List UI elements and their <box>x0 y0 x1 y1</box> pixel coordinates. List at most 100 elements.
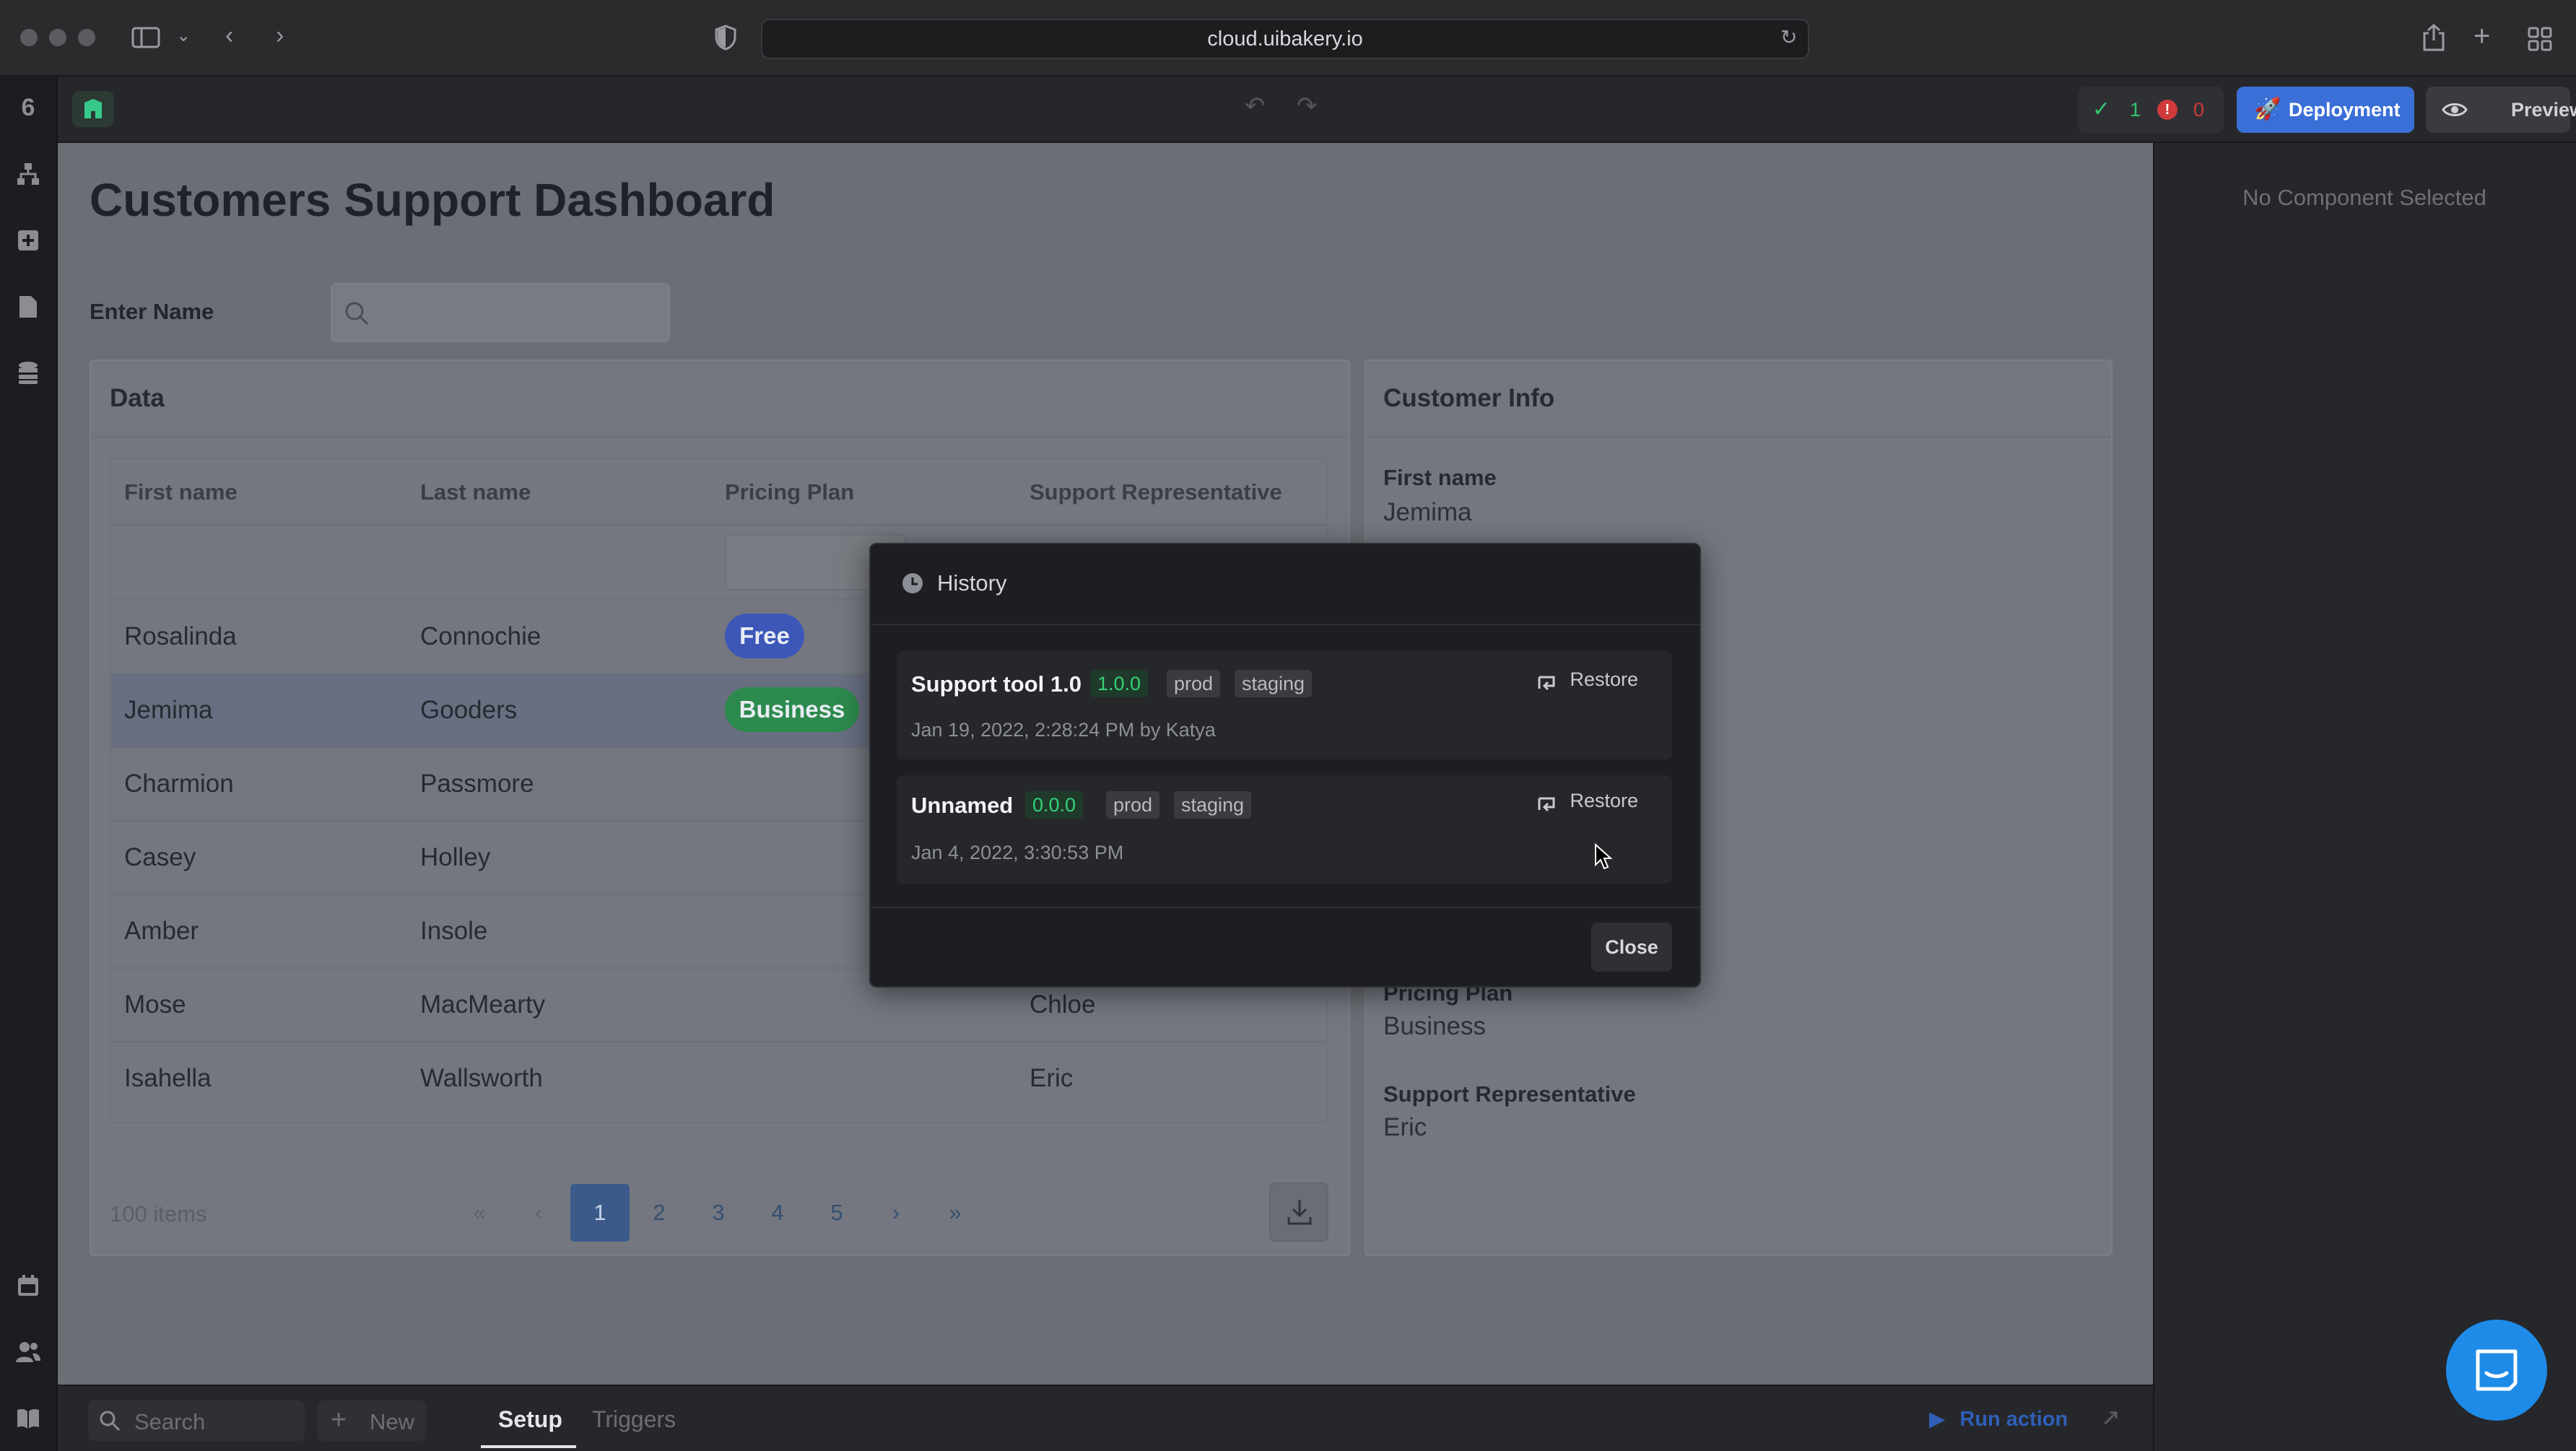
download-icon <box>1287 1198 1313 1229</box>
column-header-pricing-plan[interactable]: Pricing Plan <box>725 479 854 505</box>
page-button-5[interactable]: 5 <box>807 1184 866 1242</box>
restore-button[interactable]: Restore <box>1536 790 1638 822</box>
pages-icon[interactable] <box>10 289 46 325</box>
plan-badge-business: Business <box>725 687 859 732</box>
version-badge: 1.0.0 <box>1090 670 1149 697</box>
privacy-shield-icon[interactable] <box>715 25 736 55</box>
last-page-button[interactable]: » <box>926 1184 985 1242</box>
tab-setup[interactable]: Setup <box>498 1406 562 1433</box>
new-tab-icon[interactable]: + <box>2473 22 2490 51</box>
version-badge: 0.0.0 <box>1025 791 1084 819</box>
redo-icon[interactable]: ↷ <box>1297 94 1318 118</box>
cell-first-name: Rosalinda <box>124 622 237 650</box>
restore-label: Restore <box>1570 668 1638 690</box>
history-item-name: Support tool 1.0 <box>911 671 1082 697</box>
mouse-cursor-icon <box>1594 842 1613 874</box>
preview-label: Preview <box>2511 99 2576 121</box>
chat-widget-button[interactable] <box>2446 1320 2547 1421</box>
new-action-button[interactable]: + New <box>318 1400 426 1441</box>
deployment-label: Deployment <box>2289 99 2401 121</box>
add-component-icon[interactable] <box>10 222 46 258</box>
status-ok-count: 1 <box>2130 99 2141 121</box>
download-button[interactable] <box>1269 1182 1328 1242</box>
column-header-first-name[interactable]: First name <box>124 479 238 505</box>
card-divider <box>1366 436 2111 437</box>
cell-last-name: Wallsworth <box>420 1064 543 1092</box>
items-count: 100 items <box>110 1201 207 1226</box>
env-tag-staging: staging <box>1174 791 1252 819</box>
url-bar[interactable]: cloud.uibakery.io <box>761 19 1809 59</box>
chat-icon <box>2473 1347 2520 1397</box>
properties-panel <box>2153 143 2576 1451</box>
tab-overview-icon[interactable] <box>2527 26 2553 56</box>
cell-first-name: Isahella <box>124 1064 212 1092</box>
deployment-button[interactable]: 🚀 Deployment <box>2237 87 2414 133</box>
info-rep-label: Support Representative <box>1383 1081 1636 1107</box>
history-item-name: Unnamed <box>911 793 1014 818</box>
customer-info-title: Customer Info <box>1383 384 1555 412</box>
back-arrow-icon[interactable]: ‹ <box>225 23 233 48</box>
page-button-2[interactable]: 2 <box>630 1184 689 1242</box>
check-circle-icon: ✓ <box>2092 97 2111 121</box>
status-indicator[interactable]: ✓ 1 ! 0 <box>2078 87 2224 133</box>
cell-first-name: Casey <box>124 843 196 871</box>
page-title: Customers Support Dashboard <box>90 174 775 226</box>
left-rail <box>0 77 58 1451</box>
database-icon[interactable] <box>10 355 46 391</box>
env-tag-staging: staging <box>1235 670 1313 697</box>
sidebar-toggle-icon[interactable] <box>131 26 160 53</box>
window-minimize-button[interactable] <box>49 29 66 46</box>
home-logo-icon[interactable]: 6 <box>10 90 46 126</box>
close-button[interactable]: Close <box>1591 923 1672 972</box>
preview-button[interactable]: Preview <box>2426 87 2576 133</box>
modal-title: History <box>937 570 1007 596</box>
active-tab-indicator <box>481 1445 576 1448</box>
next-page-button[interactable]: › <box>866 1184 926 1242</box>
run-action-label: Run action <box>1959 1408 2068 1431</box>
forward-arrow-icon[interactable]: › <box>276 23 284 48</box>
first-page-button[interactable]: « <box>465 1184 494 1242</box>
window-close-button[interactable] <box>20 29 38 46</box>
undo-icon[interactable]: ↶ <box>1245 94 1266 118</box>
reload-icon[interactable]: ↻ <box>1780 27 1797 48</box>
name-search-input[interactable] <box>331 283 670 342</box>
search-icon <box>344 300 370 330</box>
run-action-button[interactable]: ▶ Run action <box>1929 1406 2068 1432</box>
window-zoom-button[interactable] <box>78 29 95 46</box>
clock-icon <box>901 572 924 598</box>
cell-first-name: Amber <box>124 917 199 945</box>
docs-book-icon[interactable] <box>10 1400 46 1437</box>
users-icon[interactable] <box>10 1334 46 1370</box>
env-tag-prod: prod <box>1106 791 1160 819</box>
cell-support-rep: Eric <box>1030 1064 1074 1092</box>
cell-first-name: Charmion <box>124 770 234 798</box>
history-item-date: Jan 4, 2022, 3:30:53 PM <box>911 842 1124 863</box>
actions-search-input[interactable]: Search <box>88 1400 305 1441</box>
cell-last-name: Passmore <box>420 770 534 798</box>
page-button-3[interactable]: 3 <box>689 1184 748 1242</box>
app-logo-icon[interactable] <box>72 91 114 127</box>
page-button-4[interactable]: 4 <box>748 1184 807 1242</box>
chevron-down-icon[interactable]: ⌄ <box>176 27 191 45</box>
expand-arrow-icon[interactable]: ↗ <box>2101 1403 2120 1431</box>
share-icon[interactable] <box>2421 23 2446 56</box>
cell-last-name: Holley <box>420 843 491 871</box>
restore-icon <box>1536 676 1562 690</box>
table-row[interactable] <box>111 1041 1327 1115</box>
status-error-count: 0 <box>2193 99 2205 121</box>
info-first-name-label: First name <box>1383 465 1497 490</box>
column-header-support-rep[interactable]: Support Representative <box>1030 479 1282 505</box>
cell-first-name: Jemima <box>124 696 213 724</box>
structure-icon[interactable] <box>10 156 46 192</box>
info-rep-value: Eric <box>1383 1113 1427 1141</box>
plan-badge-free: Free <box>725 614 804 658</box>
column-header-last-name[interactable]: Last name <box>420 479 531 505</box>
restore-button[interactable]: Restore <box>1536 668 1638 700</box>
info-first-name-value: Jemima <box>1383 498 1472 526</box>
cell-last-name: MacMearty <box>420 990 546 1019</box>
prev-page-button[interactable]: ‹ <box>524 1184 553 1242</box>
calendar-icon[interactable] <box>10 1268 46 1304</box>
search-icon <box>98 1409 121 1436</box>
page-button-1[interactable]: 1 <box>570 1184 630 1242</box>
tab-triggers[interactable]: Triggers <box>592 1406 676 1433</box>
